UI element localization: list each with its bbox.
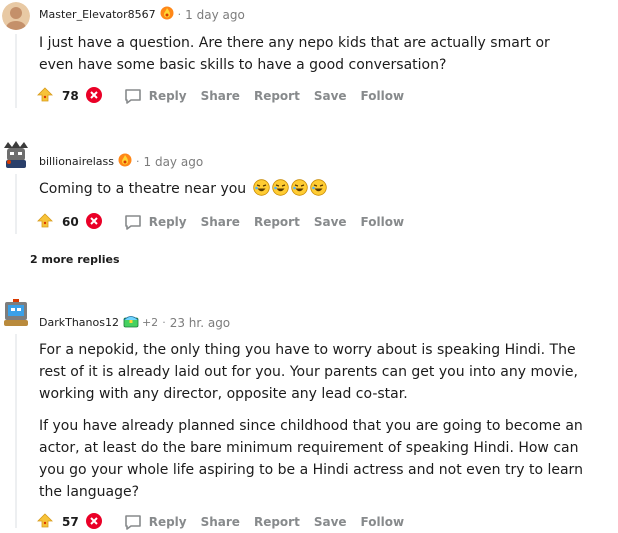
timestamp[interactable]: 1 day ago: [185, 8, 245, 22]
author-link[interactable]: Master_Elevator8567: [39, 8, 156, 21]
report-label: Report: [253, 515, 300, 529]
avatar[interactable]: [2, 2, 30, 30]
report-button[interactable]: Report: [254, 89, 300, 103]
comment-text: Coming to a theatre near you: [39, 181, 247, 197]
save-label: Save: [313, 89, 347, 103]
separator: ·: [136, 155, 140, 168]
laughing-face-icon: [309, 179, 327, 203]
follow-button[interactable]: Follow: [361, 515, 405, 529]
report-label: Report: [253, 89, 300, 103]
laughing-face-icon: [271, 179, 289, 203]
more-replies-link[interactable]: 2 more replies: [30, 253, 120, 266]
save-button[interactable]: Save: [314, 89, 347, 103]
upvote-icon[interactable]: [36, 212, 54, 233]
thread-line[interactable]: [15, 174, 17, 234]
downvote-icon[interactable]: [85, 512, 103, 533]
reply-button[interactable]: Reply: [123, 86, 187, 106]
share-label: Share: [200, 89, 240, 103]
comment-paragraph: If you have already planned since childh…: [39, 418, 583, 500]
comment-meta: Master_Elevator8567 · 1 day ago: [39, 6, 245, 23]
upvote-icon[interactable]: [36, 86, 54, 107]
comment-bubble-icon: [124, 215, 141, 230]
reply-button[interactable]: Reply: [123, 512, 187, 532]
extra-awards-count[interactable]: +2: [142, 316, 158, 329]
follow-label: Follow: [360, 515, 405, 529]
vote-score: 57: [62, 515, 79, 529]
comment-actions: 57 Reply Share Report Save Follow: [36, 511, 404, 533]
follow-button[interactable]: Follow: [361, 89, 405, 103]
separator: ·: [162, 316, 166, 329]
avatar[interactable]: [2, 140, 30, 168]
comment-meta: billionairelass · 1 day ago: [39, 153, 203, 170]
share-label: Share: [200, 515, 240, 529]
comment-paragraph: I just have a question. Are there any ne…: [39, 35, 550, 73]
comment-actions: 78 Reply Share Report Save Follow: [36, 85, 404, 107]
reply-label: Reply: [148, 215, 187, 229]
upvote-icon[interactable]: [36, 512, 54, 533]
reply-label: Reply: [148, 89, 187, 103]
fire-award-icon: [160, 6, 174, 23]
save-label: Save: [313, 515, 347, 529]
save-button[interactable]: Save: [314, 215, 347, 229]
thread-line[interactable]: [15, 34, 17, 108]
follow-label: Follow: [360, 89, 405, 103]
comment-paragraph: For a nepokid, the only thing you have t…: [39, 342, 578, 402]
share-button[interactable]: Share: [201, 89, 240, 103]
share-button[interactable]: Share: [201, 215, 240, 229]
share-button[interactable]: Share: [201, 515, 240, 529]
laughing-face-icon: [252, 179, 270, 203]
vote-controls: 78: [36, 86, 103, 107]
avatar[interactable]: [2, 298, 30, 326]
comment-bubble-icon: [124, 89, 141, 104]
fire-award-icon: [118, 153, 132, 170]
downvote-icon[interactable]: [85, 86, 103, 107]
treasure-award-icon: [123, 314, 139, 331]
comment-body: I just have a question. Are there any ne…: [39, 32, 584, 86]
vote-score: 60: [62, 215, 79, 229]
reply-label: Reply: [148, 515, 187, 529]
laughing-face-icon: [290, 179, 308, 203]
author-link[interactable]: billionairelass: [39, 155, 114, 168]
follow-label: Follow: [360, 215, 405, 229]
vote-controls: 60: [36, 212, 103, 233]
comment-body: For a nepokid, the only thing you have t…: [39, 339, 584, 513]
thread-line[interactable]: [15, 334, 17, 528]
comment-bubble-icon: [124, 515, 141, 530]
report-label: Report: [253, 215, 300, 229]
author-link[interactable]: DarkThanos12: [39, 316, 119, 329]
reply-button[interactable]: Reply: [123, 212, 187, 232]
timestamp[interactable]: 1 day ago: [144, 155, 204, 169]
comment-body: Coming to a theatre near you: [39, 178, 584, 203]
vote-controls: 57: [36, 512, 103, 533]
vote-score: 78: [62, 89, 79, 103]
follow-button[interactable]: Follow: [361, 215, 405, 229]
separator: ·: [177, 8, 182, 21]
report-button[interactable]: Report: [254, 215, 300, 229]
report-button[interactable]: Report: [254, 515, 300, 529]
save-button[interactable]: Save: [314, 515, 347, 529]
save-label: Save: [313, 215, 347, 229]
share-label: Share: [200, 215, 240, 229]
comment-paragraph: Coming to a theatre near you: [39, 178, 584, 203]
downvote-icon[interactable]: [85, 212, 103, 233]
timestamp[interactable]: 23 hr. ago: [170, 316, 230, 330]
comment-meta: DarkThanos12 +2 · 23 hr. ago: [39, 314, 230, 331]
comment-actions: 60 Reply Share Report Save Follow: [36, 211, 404, 233]
